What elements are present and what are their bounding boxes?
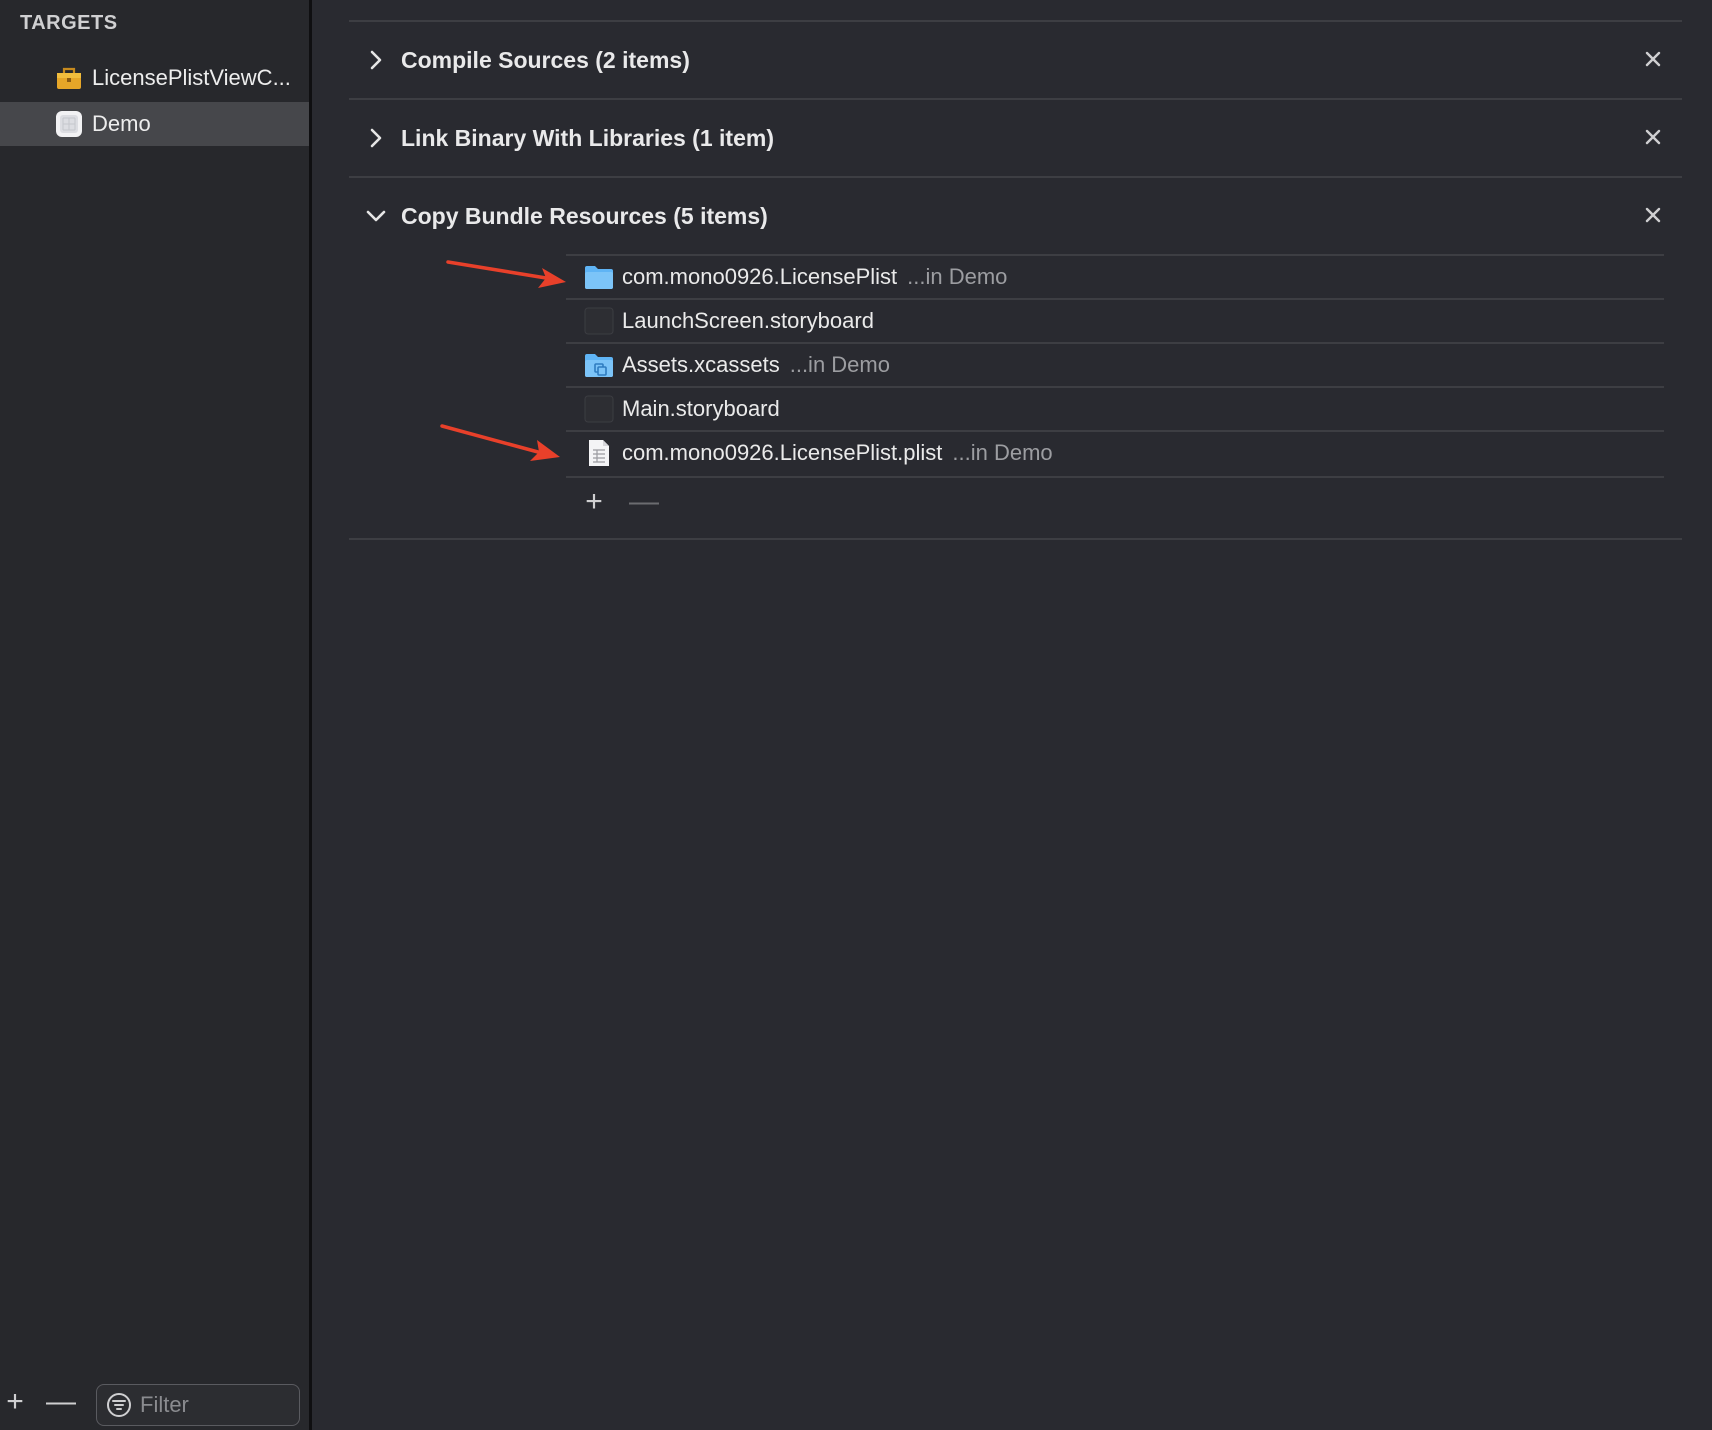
close-icon[interactable] bbox=[1642, 204, 1664, 226]
file-name: com.mono0926.LicensePlist bbox=[622, 264, 898, 289]
file-location: ...in Demo bbox=[789, 352, 890, 377]
file-name: Main.storyboard bbox=[622, 396, 780, 421]
targets-header: TARGETS bbox=[20, 12, 118, 34]
storyboard-icon bbox=[584, 307, 614, 335]
file-name: com.mono0926.LicensePlist.plist bbox=[622, 440, 943, 465]
divider bbox=[349, 538, 1682, 540]
remove-target-button[interactable]: — bbox=[46, 1384, 76, 1420]
phase-title: Compile Sources (2 items) bbox=[401, 46, 690, 73]
close-icon[interactable] bbox=[1642, 126, 1664, 148]
row-divider bbox=[566, 476, 1664, 478]
file-name: LaunchScreen.storyboard bbox=[622, 308, 874, 333]
target-label: LicensePlistViewC... bbox=[92, 65, 291, 90]
table-row[interactable]: com.mono0926.LicensePlist.plist ...in De… bbox=[566, 432, 1664, 474]
asset-catalog-icon bbox=[585, 354, 613, 377]
toolbox-icon bbox=[57, 67, 81, 89]
phase-link-binary[interactable]: Link Binary With Libraries (1 item) bbox=[349, 100, 1682, 176]
storyboard-icon bbox=[584, 395, 614, 423]
add-target-button[interactable]: + bbox=[0, 1384, 30, 1420]
target-item-demo[interactable]: Demo bbox=[0, 102, 309, 146]
xcode-build-phases-window: TARGETS LicensePlistViewC... Demo + — Fi… bbox=[0, 0, 1712, 1430]
phase-title: Copy Bundle Resources (5 items) bbox=[401, 202, 768, 229]
filter-input[interactable] bbox=[138, 1391, 292, 1419]
phase-copy-bundle-resources[interactable]: Copy Bundle Resources (5 items) bbox=[349, 178, 1682, 254]
targets-sidebar: TARGETS LicensePlistViewC... Demo + — bbox=[0, 0, 312, 1430]
plist-file-icon bbox=[589, 440, 609, 466]
file-location: ...in Demo bbox=[952, 440, 1053, 465]
chevron-right-icon[interactable] bbox=[365, 127, 387, 149]
remove-resource-button[interactable]: — bbox=[628, 484, 660, 520]
file-name: Assets.xcassets bbox=[622, 352, 780, 377]
close-icon[interactable] bbox=[1642, 48, 1664, 70]
phase-title: Link Binary With Libraries (1 item) bbox=[401, 124, 774, 151]
table-row[interactable]: Assets.xcassets ...in Demo bbox=[566, 344, 1664, 386]
file-location: ...in Demo bbox=[907, 264, 1008, 289]
phase-compile-sources[interactable]: Compile Sources (2 items) bbox=[349, 22, 1682, 98]
chevron-down-icon[interactable] bbox=[365, 205, 387, 227]
table-row[interactable]: Main.storyboard bbox=[566, 388, 1664, 430]
filter-icon bbox=[107, 1393, 131, 1417]
annotation-arrow bbox=[446, 260, 566, 288]
app-target-icon bbox=[56, 111, 82, 137]
target-item-licenseplistviewcontroller[interactable]: LicensePlistViewC... bbox=[0, 56, 309, 100]
filter-field[interactable] bbox=[96, 1384, 300, 1426]
folder-icon bbox=[585, 266, 613, 289]
chevron-right-icon[interactable] bbox=[365, 49, 387, 71]
target-label: Demo bbox=[92, 111, 151, 136]
annotation-arrow bbox=[440, 424, 560, 461]
table-row[interactable]: LaunchScreen.storyboard bbox=[566, 300, 1664, 342]
table-row[interactable]: com.mono0926.LicensePlist ...in Demo bbox=[566, 256, 1664, 298]
build-phases-panel: Compile Sources (2 items) Link Binary Wi… bbox=[312, 0, 1712, 1430]
add-resource-button[interactable]: + bbox=[578, 484, 610, 520]
sidebar-footer: + — bbox=[0, 1380, 309, 1430]
